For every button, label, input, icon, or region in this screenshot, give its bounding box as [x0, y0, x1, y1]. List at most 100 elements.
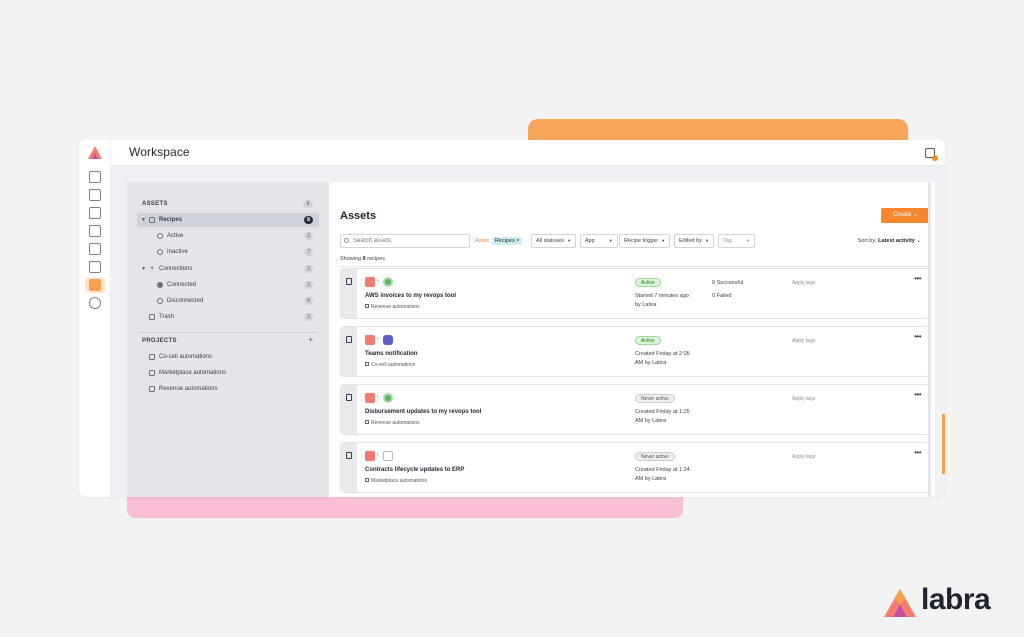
sidebar-item-recipes[interactable]: ▼ Recipes 8 — [137, 213, 319, 227]
recipe-icon — [346, 336, 352, 343]
notification-icon[interactable] — [925, 148, 938, 161]
recipe-timestamp: Created Friday at 1:24 — [635, 467, 690, 473]
recipe-name[interactable]: Contracts lifecycle updates to ERP — [365, 467, 464, 473]
sidebar-item-label: Inactive — [167, 249, 188, 255]
project-label: Co-sell automations — [371, 362, 416, 368]
project-item-revenue[interactable]: Revenue automations — [137, 382, 319, 396]
status-badge: Never active — [635, 394, 675, 403]
status-filter[interactable]: All statuses ▼ — [531, 234, 577, 248]
handshake-icon[interactable] — [89, 207, 101, 219]
recipe-trigger-filter[interactable]: Recipe trigger ▼ — [619, 234, 671, 248]
chevron-down-icon: ▼ — [704, 238, 709, 243]
card-stripe — [341, 269, 357, 318]
recipe-card[interactable]: › Teams notification Co-sell automations… — [340, 326, 930, 377]
settings-icon[interactable] — [89, 297, 101, 309]
recipe-author: by Labra — [635, 302, 657, 308]
successful-count: 0 Successful — [712, 280, 744, 286]
sidebar-item-label: Trash — [159, 314, 175, 320]
sidebar-item-count: 2 — [304, 313, 313, 321]
assets-main: Assets Create ⌄ Asset: Recipes × All sta… — [329, 182, 935, 497]
project-label: Marketplace automations — [371, 478, 427, 484]
project-label: Co-sell automations — [159, 354, 213, 360]
apply-tags-link[interactable]: Apply tags — [792, 454, 815, 460]
sidebar-item-label: Connections — [159, 266, 193, 272]
sidebar-item-disconnected[interactable]: Disconnected 0 — [137, 294, 319, 308]
sidebar-item-connected[interactable]: Connected 2 — [137, 278, 319, 292]
dashboard-icon[interactable] — [89, 171, 101, 183]
page-title: Workspace — [129, 145, 190, 159]
revops-app-icon — [383, 393, 393, 403]
assets-heading: ASSETS — [142, 201, 168, 207]
search-input[interactable] — [340, 234, 470, 248]
sidebar-item-count: 0 — [304, 297, 313, 305]
apply-tags-link[interactable]: Apply tags — [792, 338, 815, 344]
content-area: ASSETS 9 ▼ Recipes 8 Active 2 Inactive 7… — [111, 166, 945, 497]
chart-icon[interactable] — [89, 225, 101, 237]
arrow-right-icon: › — [377, 336, 379, 342]
more-options-icon[interactable]: ••• — [914, 448, 921, 457]
recipe-project: Revenue automations — [365, 304, 420, 310]
recipe-card[interactable]: › Contracts lifecycle updates to ERP Mar… — [340, 442, 930, 493]
arrow-right-icon: › — [377, 278, 379, 284]
arrow-right-icon: › — [377, 452, 379, 458]
labra-app-icon — [365, 451, 375, 461]
create-button[interactable]: Create ⌄ — [881, 208, 930, 223]
asset-filter-label: Asset: — [475, 238, 491, 244]
project-item-co-sell[interactable]: Co-sell automations — [137, 350, 319, 364]
sidebar-item-label: Recipes — [159, 217, 183, 223]
recipe-card[interactable]: › Disbursement updates to my revops tool… — [340, 384, 930, 435]
sidebar-item-active[interactable]: Active 2 — [137, 229, 319, 243]
recipe-timestamp: Started 7 minutes ago — [635, 293, 689, 299]
filter-label: Recipe trigger — [624, 238, 659, 244]
sidebar-item-inactive[interactable]: Inactive 7 — [137, 245, 319, 259]
chevron-down-icon: ▼ — [608, 238, 613, 243]
teams-app-icon — [383, 335, 393, 345]
megaphone-icon[interactable] — [89, 243, 101, 255]
workspace-icon[interactable] — [89, 279, 101, 291]
chevron-down-icon: ▼ — [745, 238, 750, 243]
card-stripe — [341, 385, 357, 434]
more-options-icon[interactable]: ••• — [914, 332, 921, 341]
apply-tags-link[interactable]: Apply tags — [792, 280, 815, 286]
remove-filter-icon[interactable]: × — [516, 238, 519, 244]
more-options-icon[interactable]: ••• — [914, 390, 921, 399]
tag-filter[interactable]: Tag ▼ — [718, 234, 755, 248]
app-filter[interactable]: App ▼ — [580, 234, 618, 248]
database-icon[interactable] — [89, 189, 101, 201]
recipe-author: AM by Labra — [635, 418, 667, 424]
puzzle-icon[interactable] — [89, 261, 101, 273]
asset-filter-chip[interactable]: Asset: Recipes × — [475, 234, 523, 248]
project-icon — [365, 478, 369, 482]
project-icon — [365, 420, 369, 424]
chevron-down-icon: ▼ — [141, 266, 146, 272]
sidebar-item-trash[interactable]: Trash 2 — [137, 310, 319, 324]
erp-app-icon — [383, 451, 393, 461]
recipe-name[interactable]: Teams notification — [365, 351, 418, 357]
edited-by-filter[interactable]: Edited by ▼ — [674, 234, 714, 248]
sort-value: Latest activity — [878, 238, 915, 244]
sidebar-item-connections[interactable]: ▼ + Connections 2 — [137, 262, 319, 276]
sidebar-item-label: Disconnected — [167, 298, 204, 304]
recipe-card[interactable]: › AWS invoices to my revops tool Revenue… — [340, 268, 930, 319]
top-bar: Workspace — [111, 140, 945, 166]
labra-app-icon — [365, 393, 375, 403]
filter-label: All statuses — [536, 238, 565, 244]
more-options-icon[interactable]: ••• — [914, 274, 921, 283]
sidebar-item-count: 2 — [304, 281, 313, 289]
create-label: Create — [893, 212, 912, 218]
scrollbar[interactable] — [928, 182, 931, 497]
add-project-button[interactable]: + — [308, 335, 313, 344]
project-icon — [365, 362, 369, 366]
assets-count: 9 — [303, 200, 313, 208]
recipe-name[interactable]: Disbursement updates to my revops tool — [365, 409, 481, 415]
project-icon — [365, 304, 369, 308]
project-item-marketplace[interactable]: Marketplace automations — [137, 366, 319, 380]
project-icon — [149, 370, 155, 376]
assets-sidebar: ASSETS 9 ▼ Recipes 8 Active 2 Inactive 7… — [127, 182, 329, 497]
card-stripe — [341, 443, 357, 492]
sidebar-item-count: 8 — [304, 216, 313, 224]
apply-tags-link[interactable]: Apply tags — [792, 396, 815, 402]
recipe-name[interactable]: AWS invoices to my revops tool — [365, 293, 456, 299]
sort-control[interactable]: Sort by: Latest activity ⌄ — [858, 238, 921, 244]
disconnected-icon — [157, 298, 163, 304]
